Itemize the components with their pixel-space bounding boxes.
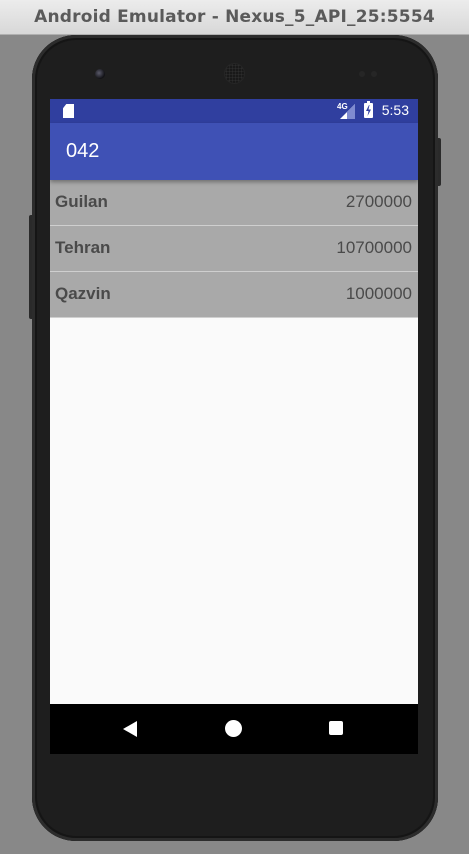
list-item-value: 1000000 (345, 284, 412, 303)
list-item-name: Tehran (55, 238, 111, 257)
list-item[interactable]: Guilan 2700000 (50, 180, 418, 226)
app-toolbar: 042 (50, 123, 418, 180)
navigation-bar (50, 704, 418, 754)
home-icon[interactable] (225, 720, 242, 737)
light-sensor-icon (371, 71, 377, 77)
emulator-window: Android Emulator - Nexus_5_API_25:5554 4… (0, 0, 469, 854)
back-icon[interactable] (123, 721, 137, 737)
list-item[interactable]: Tehran 10700000 (50, 226, 418, 272)
proximity-sensor-icon (359, 71, 365, 77)
list-item-name: Guilan (55, 192, 108, 211)
device-screen[interactable]: 4G 5:53 042 Guilan 2700000 Tehran 107000… (50, 99, 418, 754)
list-item-name: Qazvin (55, 284, 111, 303)
list-item-value: 2700000 (345, 192, 412, 211)
list-item[interactable]: Qazvin 1000000 (50, 272, 418, 318)
battery-charging-icon (364, 101, 373, 118)
window-titlebar[interactable]: Android Emulator - Nexus_5_API_25:5554 (0, 0, 469, 35)
app-title: 042 (66, 140, 100, 162)
list-item-value: 10700000 (336, 238, 412, 257)
earpiece-speaker-icon (225, 64, 244, 83)
front-camera-icon (95, 69, 105, 79)
province-list[interactable]: Guilan 2700000 Tehran 10700000 Qazvin 10… (50, 180, 418, 318)
status-clock: 5:53 (381, 102, 409, 118)
window-title: Android Emulator - Nexus_5_API_25:5554 (34, 7, 435, 27)
recents-icon[interactable] (329, 721, 343, 735)
status-bar[interactable]: 4G 5:53 (50, 99, 418, 123)
network-type-label: 4G (337, 102, 348, 111)
sd-card-icon (63, 104, 74, 118)
